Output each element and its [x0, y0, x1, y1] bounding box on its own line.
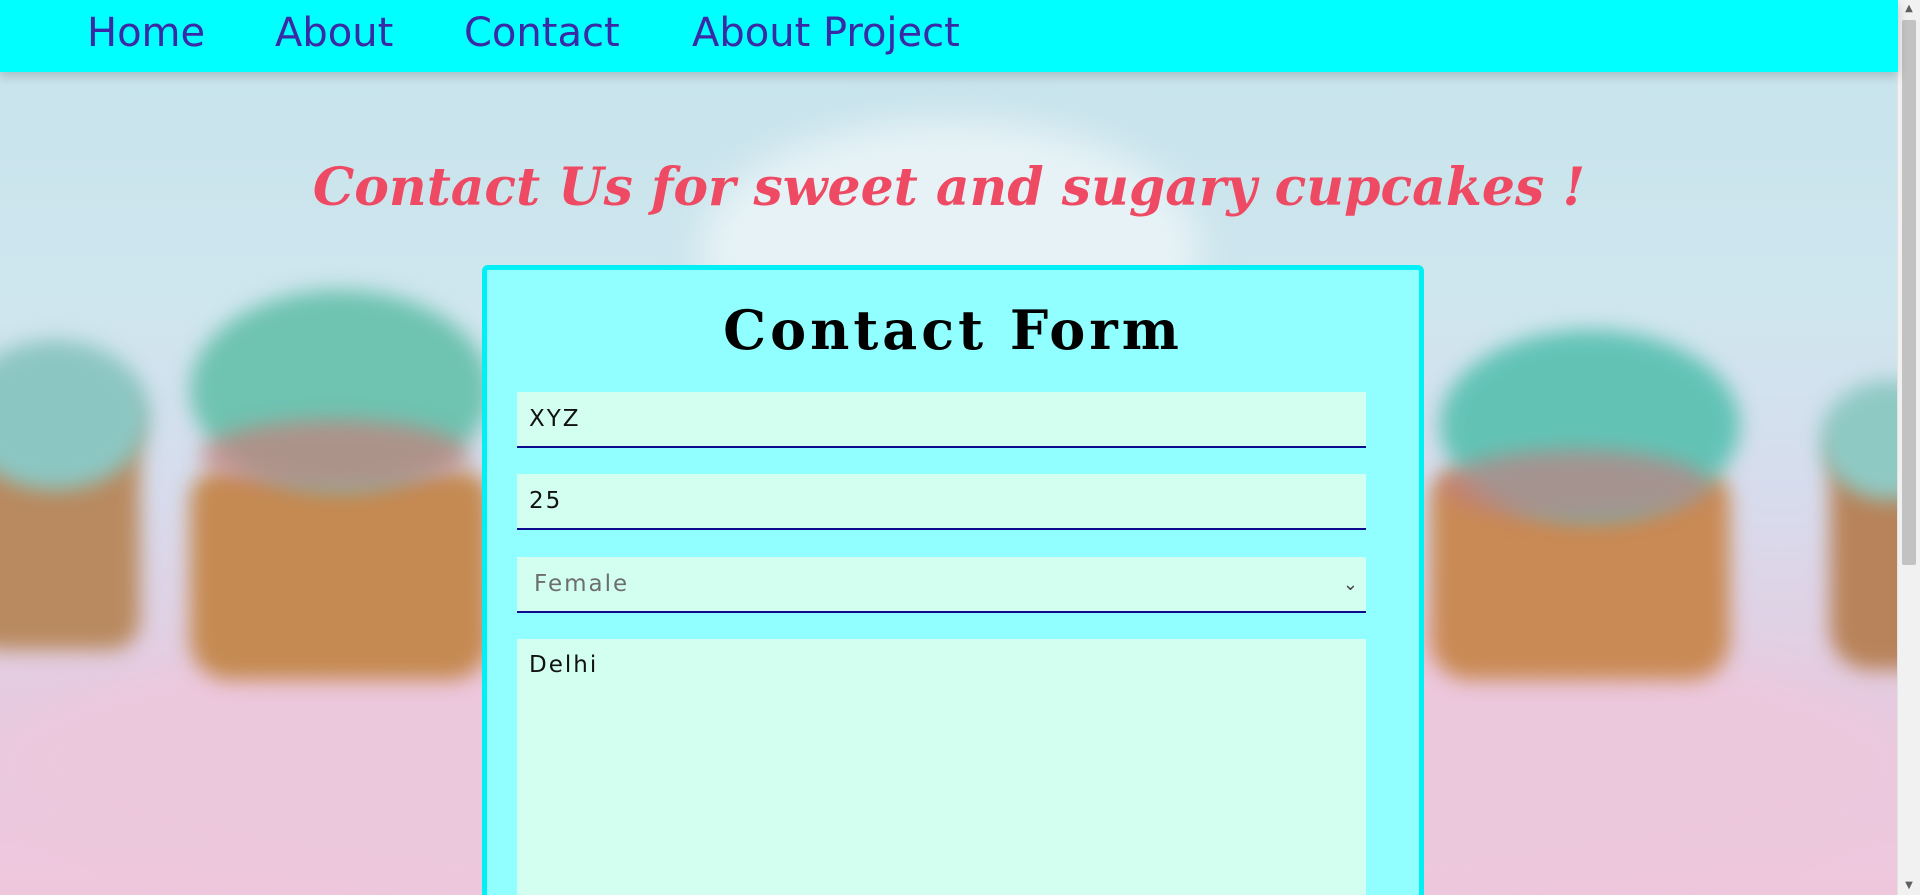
top-navbar: Home About Contact About Project	[0, 0, 1898, 72]
name-field-value: XYZ	[529, 406, 581, 432]
nav-link-home[interactable]: Home	[87, 10, 205, 56]
nav-link-about[interactable]: About	[275, 10, 393, 56]
chevron-down-icon: ⌄	[1342, 574, 1360, 595]
address-textarea[interactable]: Delhi	[517, 639, 1366, 895]
contact-form: Contact Form XYZ 25 Female ⌄ Delhi	[482, 265, 1424, 895]
scroll-up-arrow-icon[interactable]: ▲	[1898, 0, 1920, 18]
nav-link-contact[interactable]: Contact	[464, 10, 620, 56]
form-title: Contact Form	[723, 298, 1183, 362]
gender-select[interactable]: Female ⌄	[517, 557, 1366, 613]
page-scrollbar[interactable]: ▲ ▼	[1897, 0, 1920, 895]
age-field[interactable]: 25	[517, 474, 1366, 530]
scrollbar-thumb[interactable]	[1902, 20, 1916, 565]
gender-select-value: Female	[534, 571, 630, 597]
nav-link-about-project[interactable]: About Project	[692, 10, 960, 56]
name-field[interactable]: XYZ	[517, 392, 1366, 448]
page-heading: Contact Us for sweet and sugary cupcakes…	[312, 156, 1586, 218]
age-field-value: 25	[529, 488, 563, 514]
scroll-down-arrow-icon[interactable]: ▼	[1898, 877, 1920, 895]
address-textarea-value: Delhi	[529, 652, 599, 678]
